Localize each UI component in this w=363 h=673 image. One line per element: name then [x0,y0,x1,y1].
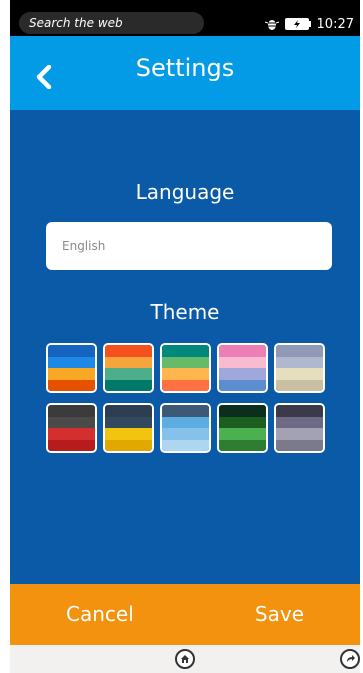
swatch-band [219,345,266,357]
swatch-band [162,439,209,451]
swatch-band [162,356,209,368]
swatch-band [276,428,323,440]
page-title: Settings [135,54,235,82]
battery-icon [284,18,311,30]
theme-swatch[interactable] [103,343,154,393]
swatch-band [276,345,323,357]
theme-row [46,403,334,453]
swatch-band [276,356,323,368]
language-select[interactable]: English [46,222,332,270]
header: Settings [10,36,360,110]
swatch-band [162,379,209,391]
swatch-band [219,416,266,428]
swatch-band [162,416,209,428]
swatch-band [105,405,152,417]
theme-swatch[interactable] [46,403,97,453]
language-heading: Language [135,180,235,204]
status-time: 10:27 [316,16,354,32]
swatch-band [48,416,95,428]
theme-swatch[interactable] [274,343,325,393]
status-icons: 10:27 [264,14,354,34]
forward-button[interactable] [340,649,360,669]
swatch-band [219,439,266,451]
swatch-band [219,379,266,391]
home-icon [181,655,189,663]
swatch-band [105,439,152,451]
swatch-band [48,379,95,391]
status-bar: Search the web 10:27 [10,0,360,36]
theme-grid [46,343,334,463]
theme-swatch[interactable] [217,343,268,393]
swatch-band [48,356,95,368]
swatch-band [105,356,152,368]
search-bar[interactable]: Search the web [19,12,204,34]
theme-swatch[interactable] [217,403,268,453]
language-value: English [62,239,106,253]
home-button[interactable] [175,649,195,669]
swatch-band [162,345,209,357]
swatch-band [105,416,152,428]
theme-row [46,343,334,393]
search-placeholder: Search the web [29,16,123,30]
bottom-nav-bar [10,645,360,673]
swatch-band [219,428,266,440]
bug-icon [264,20,279,30]
swatch-band [219,356,266,368]
swatch-band [48,439,95,451]
swatch-band [162,428,209,440]
swatch-band [162,405,209,417]
swatch-band [276,379,323,391]
swatch-band [48,345,95,357]
theme-swatch[interactable] [274,403,325,453]
swatch-band [276,405,323,417]
forward-icon [347,655,355,662]
swatch-band [48,368,95,380]
theme-swatch[interactable] [160,403,211,453]
swatch-band [48,405,95,417]
theme-swatch[interactable] [46,343,97,393]
theme-swatch[interactable] [103,403,154,453]
swatch-band [276,368,323,380]
swatch-band [48,428,95,440]
swatch-band [219,368,266,380]
footer-bar: Cancel Save [10,584,360,645]
save-button[interactable]: Save [255,602,304,626]
swatch-band [162,368,209,380]
swatch-band [105,345,152,357]
cancel-button[interactable]: Cancel [66,602,134,626]
theme-heading: Theme [150,300,220,324]
swatch-band [276,416,323,428]
swatch-band [105,379,152,391]
swatch-band [105,368,152,380]
theme-swatch[interactable] [160,343,211,393]
swatch-band [219,405,266,417]
swatch-band [105,428,152,440]
left-frame [0,0,10,673]
swatch-band [276,439,323,451]
